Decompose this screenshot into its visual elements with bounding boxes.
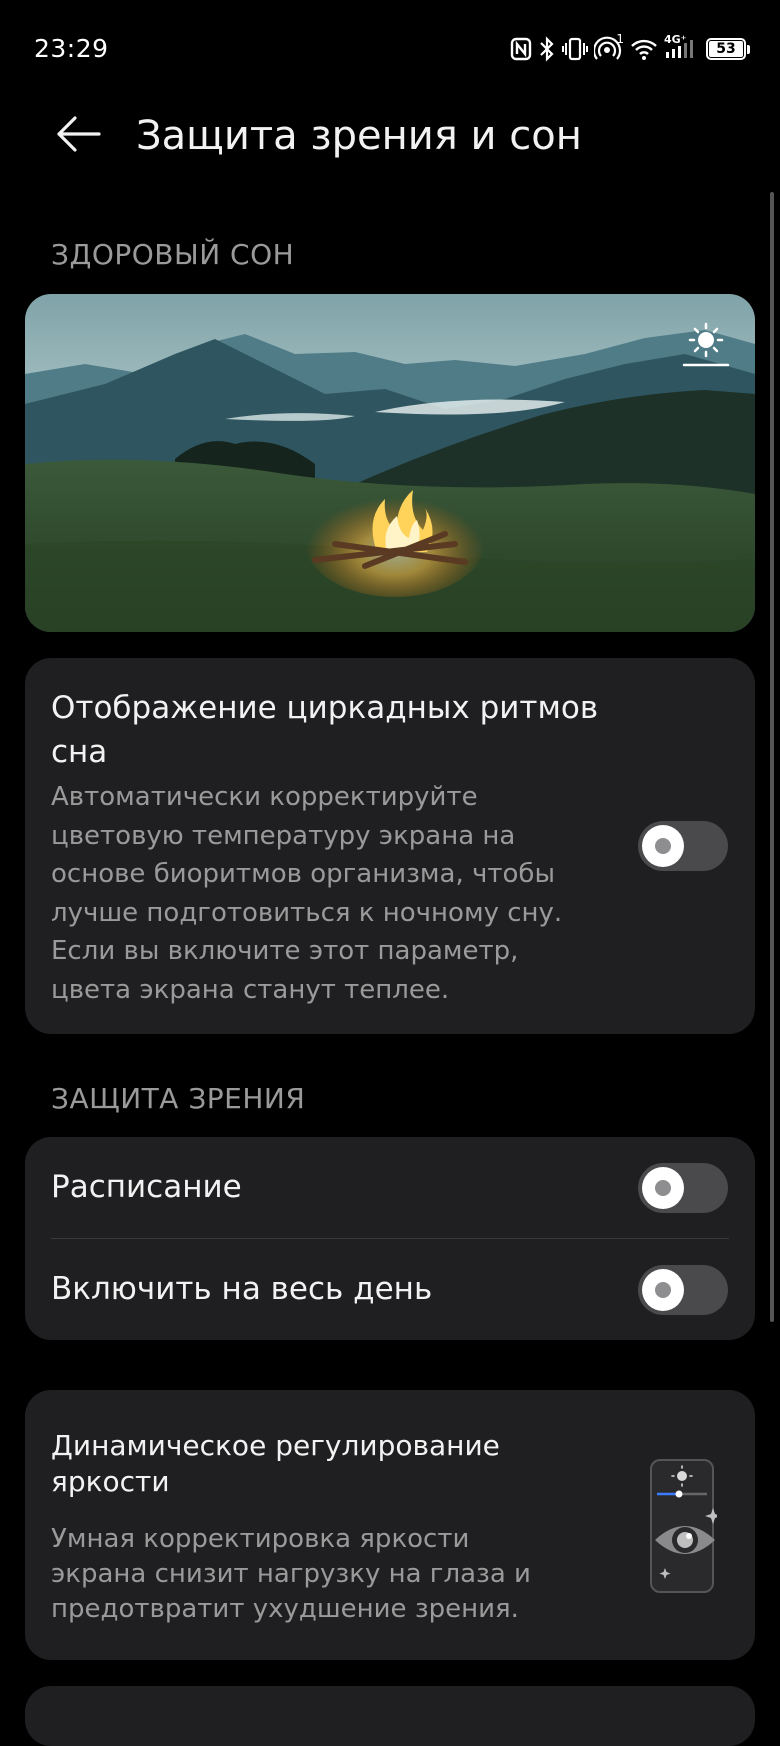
hotspot-badge: 1 — [616, 32, 624, 46]
circadian-description: Автоматически корректируйте цветовую тем… — [51, 782, 563, 1005]
header: Защита зрения и сон — [0, 95, 780, 175]
dynamic-brightness-title: Динамическое регулирование яркости — [51, 1429, 500, 1498]
next-card[interactable] — [25, 1686, 755, 1746]
page-title: Защита зрения и сон — [136, 113, 582, 159]
status-icons: 1 4G⁺ 53 — [510, 32, 750, 64]
hotspot-icon: 1 — [594, 32, 624, 62]
arrow-left-icon — [55, 114, 101, 158]
toggle-knob — [642, 825, 684, 867]
circadian-rhythm-card[interactable]: Отображение циркадных ритмов сна Автомат… — [25, 658, 755, 1034]
dynamic-brightness-card[interactable]: Динамическое регулирование яркости Умная… — [25, 1390, 755, 1660]
nfc-icon — [510, 37, 532, 61]
schedule-toggle[interactable] — [638, 1163, 728, 1213]
signal-icon: 4G⁺ — [664, 33, 700, 62]
status-time: 23:29 — [34, 34, 109, 63]
scrollbar[interactable] — [770, 192, 774, 1322]
eye-protection-card: Расписание Включить на весь день — [25, 1137, 755, 1340]
bluetooth-icon — [538, 36, 556, 62]
schedule-label[interactable]: Расписание — [51, 1169, 242, 1205]
toggle-knob — [642, 1269, 684, 1311]
hero-image — [25, 294, 755, 632]
circadian-title-line1: Отображение циркадных ритмов — [51, 690, 599, 726]
wifi-icon — [630, 37, 658, 61]
sun-icon[interactable] — [681, 320, 731, 370]
battery-icon: 53 — [706, 38, 750, 60]
divider — [51, 1238, 729, 1239]
circadian-toggle[interactable] — [638, 821, 728, 871]
toggle-knob — [642, 1167, 684, 1209]
all-day-label[interactable]: Включить на весь день — [51, 1271, 432, 1307]
battery-level: 53 — [709, 41, 743, 57]
section-label-healthy-sleep: ЗДОРОВЫЙ СОН — [51, 238, 295, 271]
section-label-eye-protection: ЗАЩИТА ЗРЕНИЯ — [51, 1082, 306, 1115]
dynamic-brightness-description: Умная корректировка яркости экрана снизи… — [51, 1524, 531, 1624]
all-day-toggle[interactable] — [638, 1265, 728, 1315]
eye-brightness-icon — [621, 1458, 721, 1598]
campfire-landscape-image — [25, 294, 755, 632]
vibrate-icon — [562, 36, 588, 62]
status-bar: 23:29 1 4G⁺ 53 — [0, 0, 780, 100]
circadian-title-line2: сна — [51, 734, 108, 770]
back-button[interactable] — [48, 109, 108, 163]
